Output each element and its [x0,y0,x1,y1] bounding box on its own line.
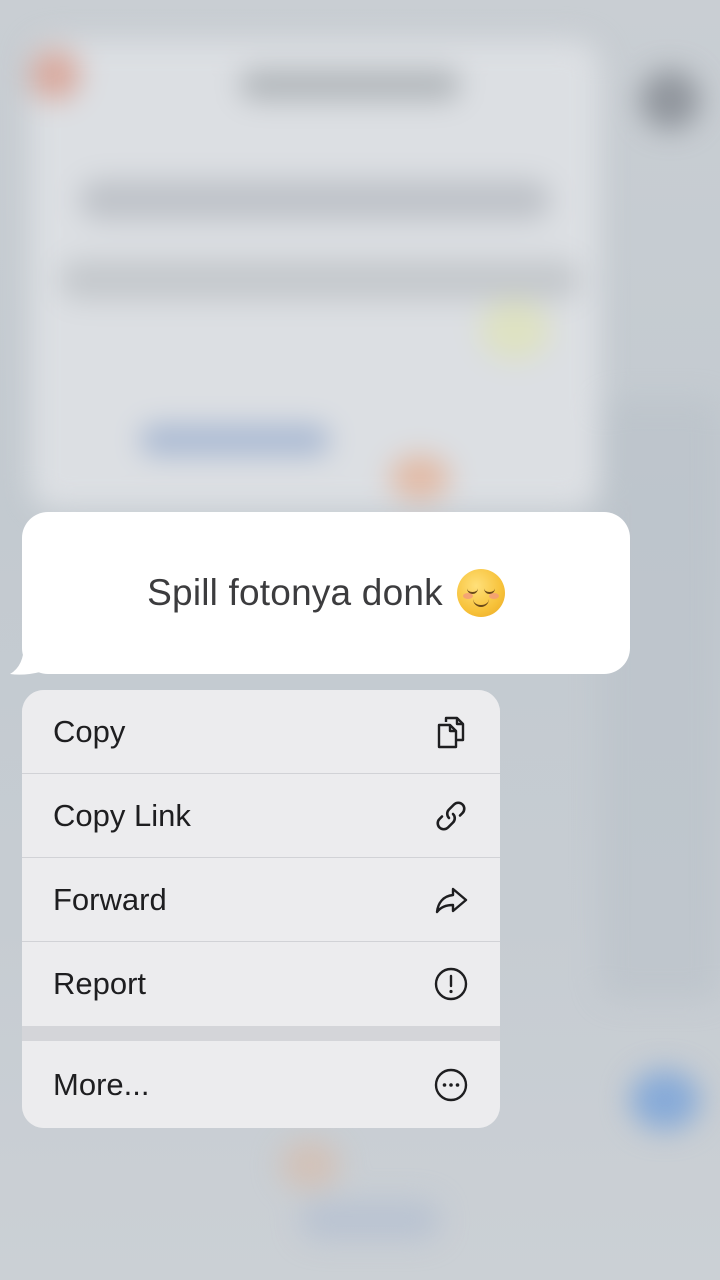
menu-item-label: Forward [53,881,167,917]
more-ellipsis-icon [432,1066,470,1104]
menu-item-more[interactable]: More... [22,1041,500,1128]
menu-item-copy[interactable]: Copy [22,690,500,774]
menu-item-copy-link[interactable]: Copy Link [22,774,500,858]
menu-item-report[interactable]: Report [22,942,500,1026]
smiling-face-icon [456,569,505,617]
exclamation-circle-icon [432,965,470,1003]
menu-item-label: Copy [53,713,126,749]
message-bubble[interactable]: Spill fotonya donk [22,512,630,674]
menu-item-label: More... [53,1066,150,1102]
menu-item-label: Copy Link [53,797,191,833]
message-text: Spill fotonya donk [147,572,443,613]
forward-arrow-icon [432,881,470,919]
context-menu: Copy Copy Link Forward Report More... [22,690,500,1128]
menu-item-label: Report [53,966,147,1001]
copy-icon [432,713,470,751]
menu-separator [22,1026,500,1041]
link-icon [432,797,470,835]
menu-item-forward[interactable]: Forward [22,858,500,942]
